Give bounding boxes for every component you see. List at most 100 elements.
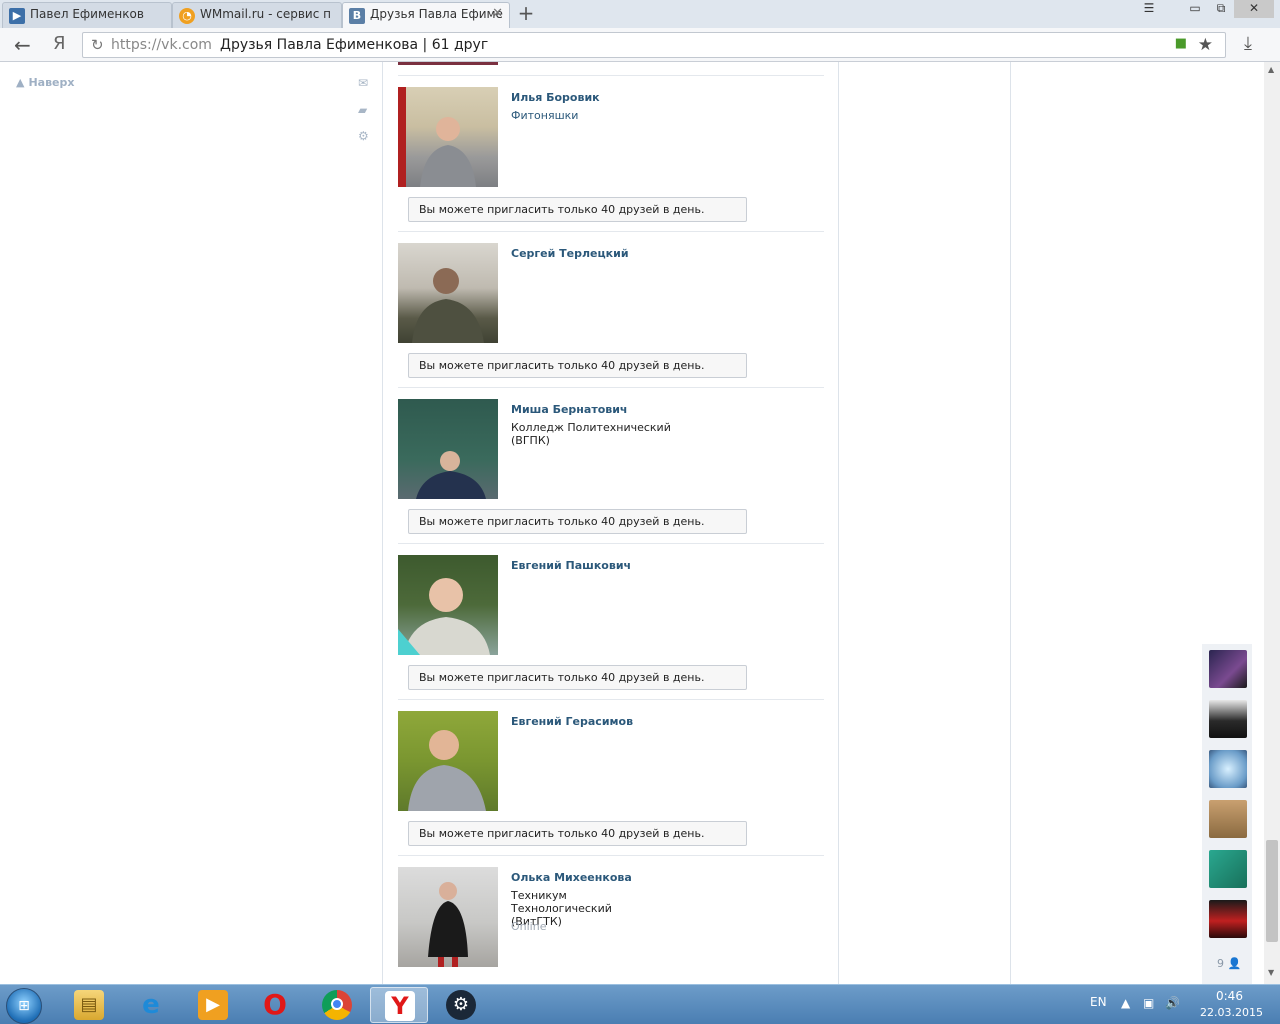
start-button[interactable]: ⊞ — [6, 988, 42, 1024]
download-icon[interactable]: ⤓ — [1244, 33, 1252, 54]
mail-icon[interactable]: ✉ — [358, 76, 368, 90]
taskbar-steam[interactable]: ⚙ — [432, 987, 490, 1023]
taskbar-ie[interactable]: e — [122, 987, 180, 1023]
url-field[interactable]: ↻ https://vk.com Друзья Павла Ефименкова… — [82, 32, 1226, 58]
friend-subtitle: Колледж Политехнический (ВГПК) — [511, 421, 671, 447]
clock-time[interactable]: 0:46 — [1216, 989, 1243, 1003]
friend-avatar[interactable] — [1209, 750, 1247, 788]
taskbar-media-player[interactable]: ▶ — [184, 987, 242, 1023]
tab-title: Друзья Павла Ефиме — [370, 7, 503, 21]
friend-subtitle[interactable]: Фитоняшки — [511, 109, 671, 122]
person-silhouette — [398, 578, 490, 655]
close-window-button[interactable]: ✕ — [1234, 0, 1274, 18]
gear-icon[interactable]: ⚙ — [358, 129, 369, 143]
friend-avatar[interactable] — [1209, 800, 1247, 838]
tab-friends[interactable]: B Друзья Павла Ефиме ✕ — [342, 2, 510, 28]
star-icon[interactable]: ★ — [1198, 35, 1213, 55]
previous-friend-photo[interactable] — [398, 62, 498, 65]
friend-avatar[interactable] — [1209, 850, 1247, 888]
person-silhouette — [428, 882, 468, 967]
scroll-up-icon[interactable]: ▲ — [1268, 65, 1274, 74]
comment-icon[interactable]: ▰ — [358, 103, 367, 117]
volume-icon[interactable]: 🔊 — [1165, 996, 1180, 1010]
friend-row: Илья Боровик Фитоняшки Вы можете приглас… — [398, 75, 824, 231]
tab-title: WMmail.ru - сервис п — [200, 7, 331, 21]
online-count-value: 9 — [1217, 957, 1224, 970]
back-arrow-icon[interactable]: ← — [14, 33, 31, 57]
friend-avatar[interactable] — [1209, 700, 1247, 738]
media-player-icon: ▶ — [198, 990, 228, 1020]
steam-icon: ⚙ — [446, 990, 476, 1020]
tab-bar: ▶ Павел Ефименков ◔ WMmail.ru - сервис п… — [0, 0, 1280, 28]
friend-name[interactable]: Евгений Пашкович — [511, 559, 631, 572]
friend-name[interactable]: Миша Бернатович — [511, 403, 627, 416]
friend-photo[interactable] — [398, 399, 498, 499]
online-count[interactable]: 9 👤 — [1217, 957, 1241, 970]
clock-date[interactable]: 22.03.2015 — [1200, 1006, 1263, 1019]
online-friends-panel: 9 👤 — [1202, 644, 1252, 984]
new-tab-button[interactable]: + — [514, 3, 538, 25]
person-silhouette — [412, 268, 484, 343]
friend-avatar[interactable] — [1209, 900, 1247, 938]
minimize-button[interactable]: ▭ — [1182, 0, 1208, 18]
vk-icon: B — [349, 8, 365, 24]
tab-title: Павел Ефименков — [30, 7, 144, 21]
restore-button[interactable]: ⧉ — [1208, 0, 1234, 18]
person-icon: 👤 — [1227, 957, 1242, 970]
yandex-icon[interactable]: Я — [53, 33, 66, 54]
friend-avatar[interactable] — [1209, 650, 1247, 688]
menu-button[interactable]: ☰ — [1136, 0, 1162, 18]
tray-expand-icon[interactable]: ▲ — [1121, 996, 1130, 1010]
opera-icon: O — [263, 988, 287, 1021]
taskbar-opera[interactable]: O — [246, 987, 304, 1023]
address-bar: ← Я ↻ https://vk.com Друзья Павла Ефимен… — [0, 28, 1280, 62]
scroll-top-label: Наверх — [28, 76, 75, 89]
page-content: ▲ Наверх ✉ ▰ ⚙ Илья Боровик Фитоняшки Вы … — [0, 62, 1264, 984]
lock-icon[interactable]: ■ — [1175, 36, 1187, 51]
internet-explorer-icon: e — [142, 990, 160, 1020]
friend-name[interactable]: Илья Боровик — [511, 91, 600, 104]
arrow-up-icon: ▲ — [16, 76, 25, 89]
person-silhouette — [408, 730, 486, 811]
column-divider — [838, 62, 839, 984]
online-status: Online — [511, 920, 547, 933]
friend-row: Сергей Терлецкий Вы можете пригласить то… — [398, 231, 824, 387]
page-scrollbar[interactable]: ▲ ▼ — [1264, 62, 1280, 984]
friend-name[interactable]: Сергей Терлецкий — [511, 247, 629, 260]
friend-row: Евгений Герасимов Вы можете пригласить т… — [398, 699, 824, 855]
person-silhouette — [398, 87, 476, 187]
invite-limit-notice: Вы можете пригласить только 40 друзей в … — [408, 665, 747, 690]
video-play-icon: ▶ — [9, 8, 25, 24]
taskbar-yandex[interactable]: Y — [370, 987, 428, 1023]
scroll-top-button[interactable]: ▲ Наверх — [16, 76, 75, 89]
taskbar-explorer[interactable]: ▤ — [60, 987, 118, 1023]
close-tab-icon[interactable]: ✕ — [492, 3, 503, 25]
friend-row: Миша Бернатович Колледж Политехнический … — [398, 387, 824, 543]
friend-photo[interactable] — [398, 243, 498, 343]
scrollbar-thumb[interactable] — [1266, 840, 1278, 942]
network-icon[interactable]: ▣ — [1143, 996, 1154, 1010]
chrome-icon — [322, 990, 352, 1020]
invite-limit-notice: Вы можете пригласить только 40 друзей в … — [408, 821, 747, 846]
friend-photo[interactable] — [398, 867, 498, 967]
url-host: https://vk.com — [111, 37, 212, 53]
url-page-title: Друзья Павла Ефименкова | 61 друг — [220, 37, 489, 53]
friend-photo[interactable] — [398, 555, 498, 655]
person-silhouette — [416, 451, 486, 499]
explorer-icon: ▤ — [74, 990, 104, 1020]
reload-icon[interactable]: ↻ — [91, 36, 104, 54]
tab-wmmail[interactable]: ◔ WMmail.ru - сервис п — [172, 2, 342, 28]
friend-row: Олька Михеенкова Техникум Технологически… — [398, 855, 824, 984]
tab-pavel[interactable]: ▶ Павел Ефименков — [2, 2, 172, 28]
friend-photo[interactable] — [398, 711, 498, 811]
wmmail-icon: ◔ — [179, 8, 195, 24]
friend-name[interactable]: Евгений Герасимов — [511, 715, 633, 728]
scroll-down-icon[interactable]: ▼ — [1268, 968, 1274, 977]
language-indicator[interactable]: EN — [1090, 995, 1107, 1009]
yandex-browser-icon: Y — [385, 991, 415, 1021]
friend-row: Евгений Пашкович Вы можете пригласить то… — [398, 543, 824, 699]
column-divider — [1010, 62, 1011, 984]
friend-photo[interactable] — [398, 87, 498, 187]
friend-name[interactable]: Олька Михеенкова — [511, 871, 632, 884]
taskbar-chrome[interactable] — [308, 987, 366, 1023]
